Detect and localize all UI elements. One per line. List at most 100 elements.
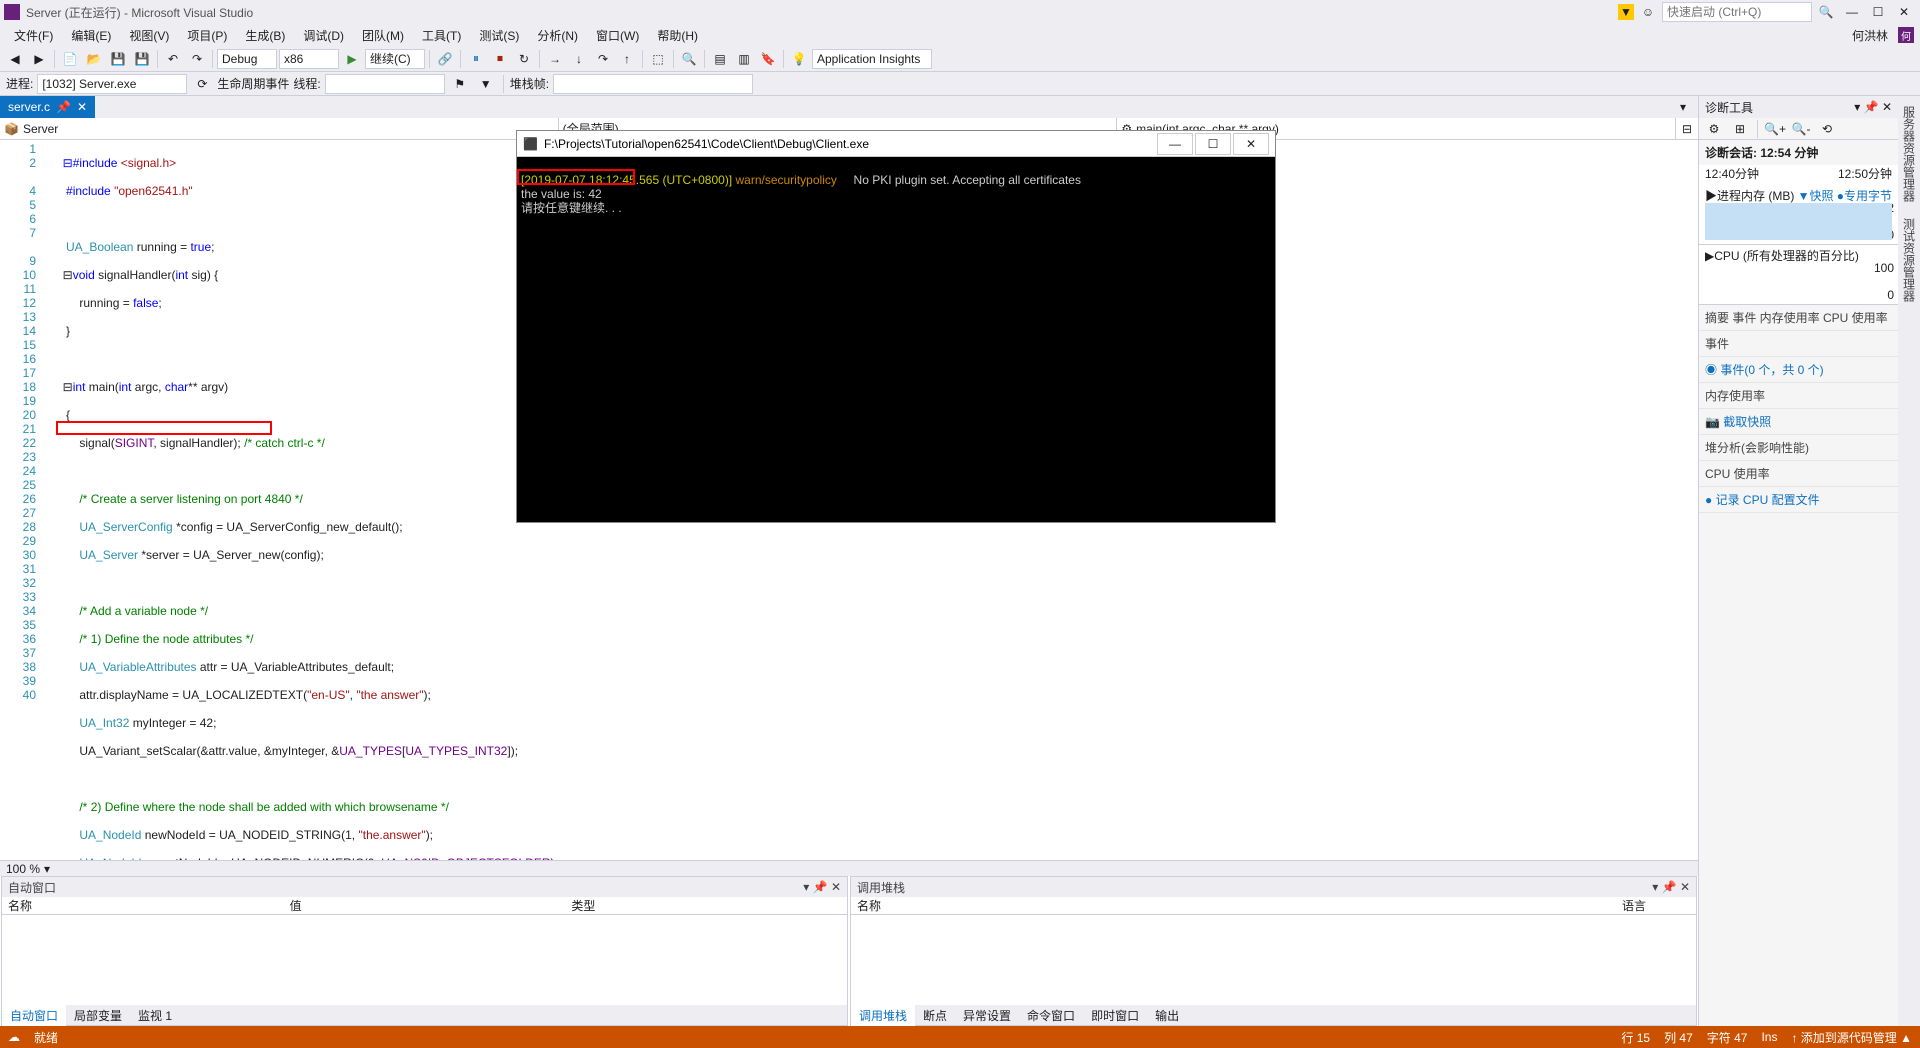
step-into-icon[interactable]: ↓ xyxy=(568,48,590,70)
col-value[interactable]: 值 xyxy=(284,897,566,914)
status-cloud-icon[interactable]: ☁ xyxy=(8,1030,20,1044)
tab-exceptions[interactable]: 异常设置 xyxy=(955,1005,1019,1026)
tab-dropdown-icon[interactable]: ▾ xyxy=(1672,96,1694,118)
restart-icon[interactable]: ↻ xyxy=(513,48,535,70)
status-source-control[interactable]: ↑ 添加到源代码管理 ▲ xyxy=(1791,1029,1912,1046)
panel-pin-icon[interactable]: 📌 xyxy=(813,880,828,894)
panel-close-icon[interactable]: ✕ xyxy=(1882,100,1892,114)
application-insights-combo[interactable]: Application Insights xyxy=(812,49,932,69)
stop-icon[interactable]: ⏹ xyxy=(489,48,511,70)
panel-pin-icon[interactable]: 📌 xyxy=(1662,880,1677,894)
fold-column[interactable] xyxy=(42,140,56,860)
menu-test[interactable]: 测试(S) xyxy=(471,25,527,46)
record-cpu-button[interactable]: ● 记录 CPU 配置文件 xyxy=(1699,487,1898,513)
step-out-icon[interactable]: ↑ xyxy=(616,48,638,70)
tab-autos[interactable]: 自动窗口 xyxy=(2,1005,66,1026)
tab-output[interactable]: 输出 xyxy=(1147,1005,1187,1026)
process-combo[interactable]: [1032] Server.exe xyxy=(37,74,187,94)
tab-watch1[interactable]: 监视 1 xyxy=(130,1005,180,1026)
stackframe-combo[interactable] xyxy=(553,74,753,94)
menu-window[interactable]: 窗口(W) xyxy=(588,25,647,46)
project-scope-combo[interactable]: 📦Server xyxy=(0,118,559,139)
close-tab-icon[interactable]: ✕ xyxy=(77,100,87,114)
diag-events-count[interactable]: ◉ 事件(0 个，共 0 个) xyxy=(1699,357,1898,383)
redo-icon[interactable]: ↷ xyxy=(186,48,208,70)
split-icon[interactable]: ⊟ xyxy=(1676,122,1698,136)
tab-breakpoints[interactable]: 断点 xyxy=(915,1005,955,1026)
col-name[interactable]: 名称 xyxy=(2,897,284,914)
panel-dropdown-icon[interactable]: ▾ xyxy=(1854,100,1860,114)
memory-chart[interactable]: ▶进程内存 (MB)▼快照●专用字节 2 0 xyxy=(1699,185,1898,245)
maximize-button[interactable]: ☐ xyxy=(1866,2,1890,22)
pin-icon[interactable]: 📌 xyxy=(56,100,71,114)
tab-immediate[interactable]: 即时窗口 xyxy=(1083,1005,1147,1026)
save-icon[interactable]: 💾 xyxy=(107,48,129,70)
new-project-icon[interactable]: 📄 xyxy=(59,48,81,70)
tab-command[interactable]: 命令窗口 xyxy=(1019,1005,1083,1026)
browser-link-icon[interactable]: 🔗 xyxy=(434,48,456,70)
solution-config-combo[interactable]: Debug xyxy=(217,49,277,69)
console-title-bar[interactable]: ⬛ F:\Projects\Tutorial\open62541\Code\Cl… xyxy=(517,131,1275,157)
feedback-icon[interactable]: ☺ xyxy=(1636,2,1660,22)
console-output[interactable]: [2019-07-07 18:12:45.565 (UTC+0800)] war… xyxy=(517,157,1275,522)
uncomment-icon[interactable]: ▥ xyxy=(733,48,755,70)
hex-toggle-icon[interactable]: ⬚ xyxy=(647,48,669,70)
continue-button[interactable]: 继续(C) xyxy=(365,49,425,69)
show-next-statement-icon[interactable]: → xyxy=(544,48,566,70)
save-all-icon[interactable]: 💾 xyxy=(131,48,153,70)
menu-edit[interactable]: 编辑(E) xyxy=(63,25,119,46)
diag-settings-icon[interactable]: ⚙ xyxy=(1703,118,1725,140)
close-button[interactable]: ✕ xyxy=(1892,2,1916,22)
panel-pin-icon[interactable]: 📌 xyxy=(1864,100,1879,114)
step-over-icon[interactable]: ↷ xyxy=(592,48,614,70)
diag-tabs[interactable]: 摘要 事件 内存使用率 CPU 使用率 xyxy=(1699,305,1898,331)
menu-help[interactable]: 帮助(H) xyxy=(649,25,706,46)
menu-analyze[interactable]: 分析(N) xyxy=(529,25,586,46)
snapshot-button[interactable]: 📷 截取快照 xyxy=(1699,409,1898,435)
col-lang[interactable]: 语言 xyxy=(1616,897,1696,914)
diag-select-tools-icon[interactable]: ⊞ xyxy=(1729,118,1751,140)
nav-fwd-icon[interactable]: ▶ xyxy=(28,48,50,70)
menu-file[interactable]: 文件(F) xyxy=(6,25,61,46)
quick-launch-input[interactable] xyxy=(1662,2,1812,22)
nav-back-icon[interactable]: ◀ xyxy=(4,48,26,70)
insights-bulb-icon[interactable]: 💡 xyxy=(788,48,810,70)
zoom-out-icon[interactable]: 🔍- xyxy=(1790,118,1812,140)
console-maximize-button[interactable]: ☐ xyxy=(1195,133,1231,155)
tab-server-c[interactable]: server.c 📌 ✕ xyxy=(0,96,95,118)
open-file-icon[interactable]: 📂 xyxy=(83,48,105,70)
panel-close-icon[interactable]: ✕ xyxy=(831,880,841,894)
menu-project[interactable]: 项目(P) xyxy=(179,25,235,46)
menu-debug[interactable]: 调试(D) xyxy=(295,25,352,46)
pause-icon[interactable]: ⏸ xyxy=(465,48,487,70)
console-close-button[interactable]: ✕ xyxy=(1233,133,1269,155)
thread-combo[interactable] xyxy=(325,74,445,94)
find-in-files-icon[interactable]: 🔍 xyxy=(678,48,700,70)
panel-dropdown-icon[interactable]: ▾ xyxy=(1652,880,1658,894)
col-name[interactable]: 名称 xyxy=(851,897,1616,914)
menu-build[interactable]: 生成(B) xyxy=(237,25,293,46)
panel-dropdown-icon[interactable]: ▾ xyxy=(803,880,809,894)
minimize-button[interactable]: — xyxy=(1840,2,1864,22)
console-window[interactable]: ⬛ F:\Projects\Tutorial\open62541\Code\Cl… xyxy=(516,130,1276,523)
col-type[interactable]: 类型 xyxy=(565,897,847,914)
thread-filter-icon[interactable]: ▼ xyxy=(475,73,497,95)
cpu-chart[interactable]: ▶CPU (所有处理器的百分比) 100 0 xyxy=(1699,245,1898,305)
menu-tools[interactable]: 工具(T) xyxy=(414,25,469,46)
reset-view-icon[interactable]: ⟲ xyxy=(1816,118,1838,140)
menu-team[interactable]: 团队(M) xyxy=(354,25,412,46)
undo-icon[interactable]: ↶ xyxy=(162,48,184,70)
panel-close-icon[interactable]: ✕ xyxy=(1680,880,1690,894)
user-avatar-icon[interactable]: 何 xyxy=(1898,27,1914,43)
lifecycle-events-icon[interactable]: ⟳ xyxy=(191,73,213,95)
console-minimize-button[interactable]: — xyxy=(1157,133,1193,155)
side-tab-server-explorer[interactable]: 服务器资源管理器 xyxy=(1899,100,1920,208)
bookmark-icon[interactable]: 🔖 xyxy=(757,48,779,70)
continue-icon[interactable]: ▶ xyxy=(341,48,363,70)
zoom-in-icon[interactable]: 🔍+ xyxy=(1764,118,1786,140)
solution-platform-combo[interactable]: x86 xyxy=(279,49,339,69)
search-icon[interactable]: 🔍 xyxy=(1814,2,1838,22)
thread-flag-icon[interactable]: ⚑ xyxy=(449,73,471,95)
editor-zoom[interactable]: 100 %▾ xyxy=(0,860,1698,876)
tab-callstack[interactable]: 调用堆栈 xyxy=(851,1005,915,1026)
